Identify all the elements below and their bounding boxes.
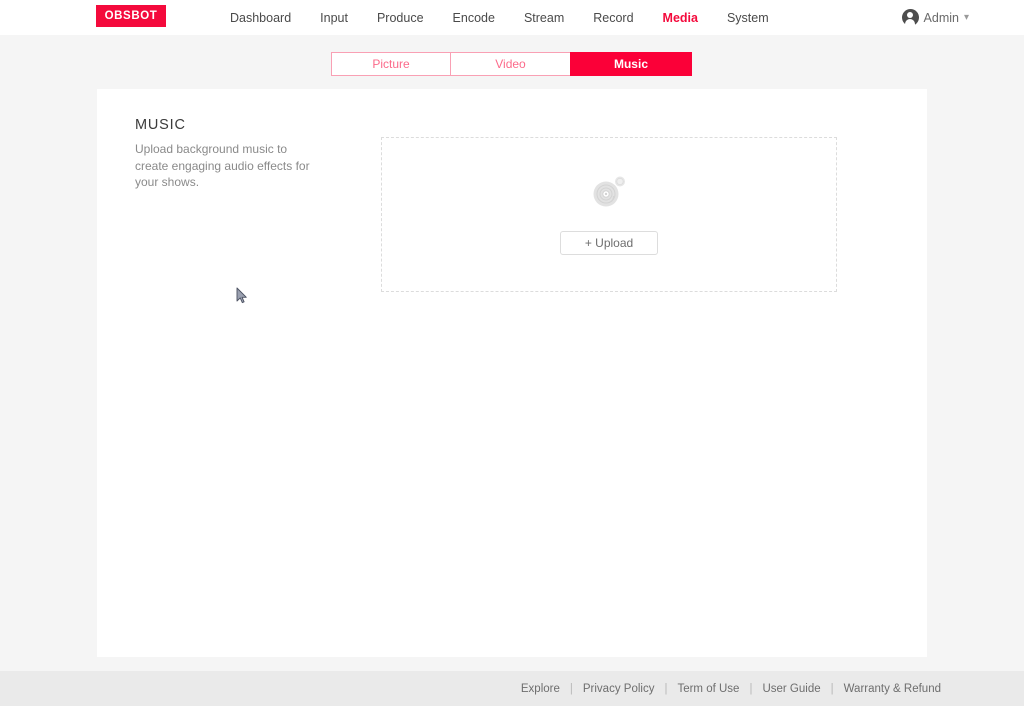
main-navigation: Dashboard Input Produce Encode Stream Re… (230, 0, 769, 35)
page-footer: Explore | Privacy Policy | Term of Use |… (0, 671, 1024, 706)
obsbot-logo[interactable]: OBSBOT (96, 5, 166, 27)
footer-link-term-of-use[interactable]: Term of Use (677, 683, 739, 695)
nav-item-encode[interactable]: Encode (453, 11, 495, 25)
nav-item-dashboard[interactable]: Dashboard (230, 11, 291, 25)
tab-video[interactable]: Video (450, 52, 571, 76)
nav-item-record[interactable]: Record (593, 11, 633, 25)
mouse-pointer-icon (236, 287, 248, 304)
upload-button[interactable]: + Upload (560, 231, 658, 255)
tab-picture[interactable]: Picture (331, 52, 451, 76)
footer-link-warranty-refund[interactable]: Warranty & Refund (844, 683, 941, 695)
page-title: MUSIC (135, 117, 186, 133)
chevron-down-icon: ▾ (964, 13, 969, 23)
section-description: Upload background music to create engagi… (135, 141, 317, 191)
footer-links: Explore | Privacy Policy | Term of Use |… (521, 683, 1024, 695)
nav-item-system[interactable]: System (727, 11, 769, 25)
nav-item-stream[interactable]: Stream (524, 11, 564, 25)
music-upload-dropzone[interactable]: + Upload (381, 137, 837, 292)
user-avatar-icon (902, 9, 919, 26)
footer-link-explore[interactable]: Explore (521, 683, 560, 695)
footer-link-user-guide[interactable]: User Guide (762, 683, 820, 695)
footer-link-privacy-policy[interactable]: Privacy Policy (583, 683, 655, 695)
nav-item-produce[interactable]: Produce (377, 11, 424, 25)
tab-music[interactable]: Music (570, 52, 692, 76)
footer-separator: | (739, 683, 762, 695)
nav-item-media[interactable]: Media (663, 11, 698, 25)
footer-separator: | (654, 683, 677, 695)
footer-separator: | (821, 683, 844, 695)
footer-separator: | (560, 683, 583, 695)
media-tab-group: Picture Video Music (331, 52, 692, 76)
user-name-label: Admin (924, 11, 959, 25)
nav-item-input[interactable]: Input (320, 11, 348, 25)
user-menu[interactable]: Admin ▾ (902, 0, 969, 35)
content-card: MUSIC Upload background music to create … (97, 89, 927, 657)
music-disc-icon (592, 175, 626, 207)
top-header: OBSBOT Dashboard Input Produce Encode St… (0, 0, 1024, 35)
